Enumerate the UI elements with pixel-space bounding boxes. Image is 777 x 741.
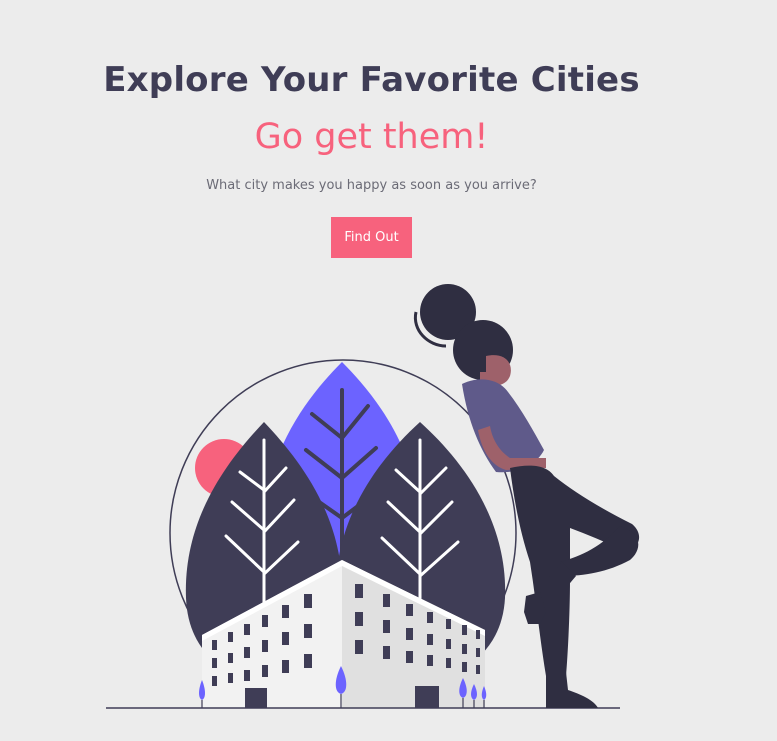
tagline-text: What city makes you happy as soon as you… [206, 178, 537, 193]
city-explorer-illustration [106, 284, 640, 709]
page-title: Explore Your Favorite Cities [103, 60, 640, 100]
find-out-button[interactable]: Find Out [331, 217, 412, 258]
page-subtitle: Go get them! [254, 117, 489, 157]
